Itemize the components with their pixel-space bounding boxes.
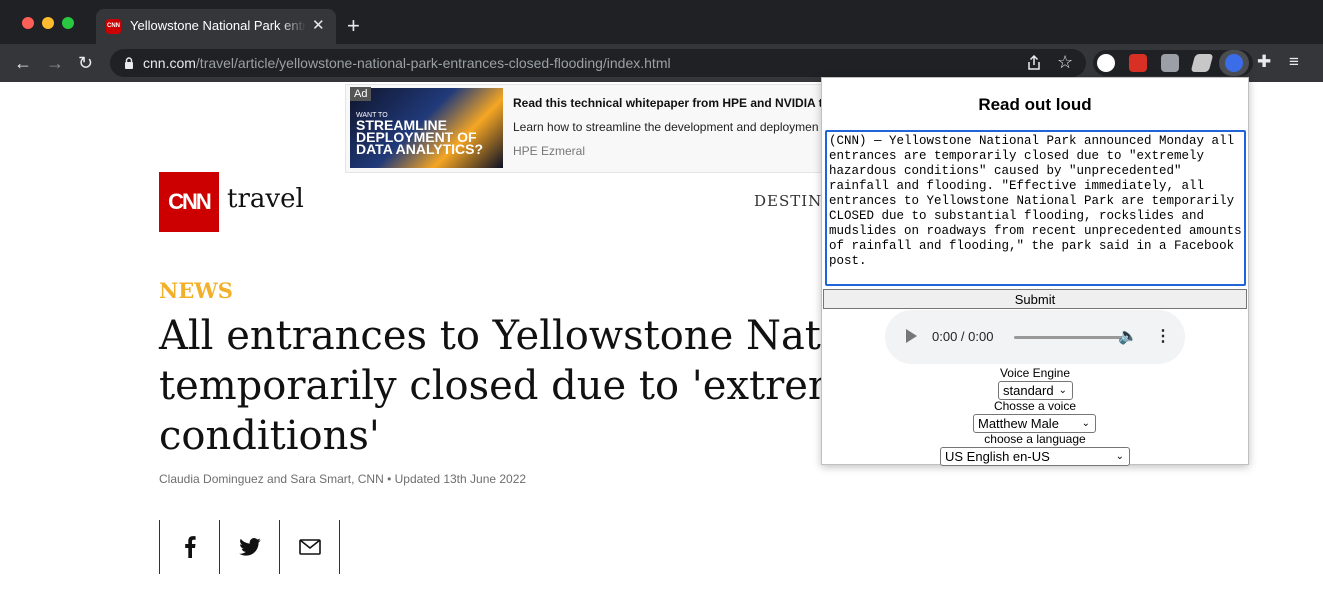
reading-list-icon[interactable]: ≡ <box>1289 52 1299 72</box>
audio-player: 0:00 / 0:00 🔈 ⋮ <box>885 310 1185 364</box>
section-name[interactable]: travel <box>227 184 304 214</box>
language-value: US English en-US <box>945 449 1050 464</box>
chevron-down-icon: ⌄ <box>1058 385 1067 396</box>
browser-tab[interactable]: CNN Yellowstone National Park entra ✕ <box>96 9 336 44</box>
submit-button[interactable]: Submit <box>823 289 1247 309</box>
cnn-logo[interactable]: CNN <box>159 172 219 232</box>
tab-close-icon[interactable]: ✕ <box>312 16 325 34</box>
ad-image-text: STREAMLINE DEPLOYMENT OF DATA ANALYTICS? <box>356 117 484 157</box>
read-aloud-extension-icon[interactable] <box>1225 54 1243 72</box>
text-to-read-textarea[interactable]: (CNN) — Yellowstone National Park announ… <box>825 130 1246 286</box>
more-options-icon[interactable]: ⋮ <box>1155 326 1171 346</box>
voice-select[interactable]: Matthew Male ⌄ <box>973 414 1096 433</box>
voice-engine-label: Voice Engine <box>999 366 1071 380</box>
voice-engine-value: standard <box>1003 383 1054 398</box>
advertisement[interactable]: WANT TO STREAMLINE DEPLOYMENT OF DATA AN… <box>345 84 827 173</box>
ad-description: Learn how to streamline the development … <box>513 120 819 134</box>
ad-image[interactable]: WANT TO STREAMLINE DEPLOYMENT OF DATA AN… <box>350 88 503 168</box>
new-tab-button[interactable]: + <box>347 15 360 37</box>
read-aloud-popup: Read out loud (CNN) — Yellowstone Nation… <box>821 77 1249 466</box>
red-extension-icon[interactable] <box>1129 54 1147 72</box>
twitter-bird-icon <box>238 538 261 556</box>
ad-brand: HPE Ezmeral <box>513 144 586 158</box>
voice-value: Matthew Male <box>978 416 1059 431</box>
envelope-icon <box>298 539 321 555</box>
forward-arrow-icon[interactable]: → <box>46 54 64 72</box>
s-extension-icon[interactable] <box>1097 54 1115 72</box>
minimize-window-button[interactable] <box>42 17 54 29</box>
play-icon[interactable] <box>906 329 917 343</box>
tab-title: Yellowstone National Park entra <box>130 18 306 33</box>
address-bar[interactable]: cnn.com/travel/article/yellowstone-natio… <box>110 49 1086 77</box>
browser-tab-bar: CNN Yellowstone National Park entra ✕ + <box>0 0 1323 44</box>
chevron-down-icon: ⌄ <box>1081 418 1090 429</box>
url-text: cnn.com/travel/article/yellowstone-natio… <box>143 55 671 71</box>
maximize-window-button[interactable] <box>62 17 74 29</box>
popup-title: Read out loud <box>978 95 1092 114</box>
url-host: cnn.com <box>143 55 196 71</box>
language-select[interactable]: US English en-US ⌄ <box>940 447 1130 466</box>
back-arrow-icon[interactable]: ← <box>14 54 32 72</box>
ad-badge: Ad <box>350 87 372 101</box>
lock-icon <box>125 57 133 69</box>
volume-icon[interactable]: 🔈 <box>1118 326 1138 346</box>
ad-title[interactable]: Read this technical whitepaper from HPE … <box>513 96 823 110</box>
article-kicker[interactable]: NEWS <box>159 278 233 303</box>
extensions-puzzle-icon[interactable]: ✚ <box>1257 52 1271 72</box>
share-bar <box>159 520 340 574</box>
voice-label: Chosse a voice <box>993 399 1077 413</box>
reload-icon[interactable]: ↻ <box>78 54 93 72</box>
language-label: choose a language <box>984 432 1086 446</box>
cnn-favicon-icon: CNN <box>106 19 121 34</box>
chevron-down-icon: ⌄ <box>1115 451 1124 462</box>
audio-time: 0:00 / 0:00 <box>932 329 994 344</box>
facebook-icon <box>184 536 196 558</box>
audio-progress-slider[interactable] <box>1014 336 1124 339</box>
bookmark-star-icon[interactable]: ☆ <box>1057 52 1073 73</box>
facebook-share-button[interactable] <box>160 520 220 574</box>
voice-engine-select[interactable]: standard ⌄ <box>998 381 1073 400</box>
twitter-share-button[interactable] <box>220 520 280 574</box>
email-share-button[interactable] <box>280 520 340 574</box>
close-window-button[interactable] <box>22 17 34 29</box>
url-path: /travel/article/yellowstone-national-par… <box>195 55 671 71</box>
share-page-icon[interactable] <box>1027 55 1041 71</box>
grey-extension-icon[interactable] <box>1161 54 1179 72</box>
article-byline: Claudia Dominguez and Sara Smart, CNN • … <box>159 472 527 486</box>
